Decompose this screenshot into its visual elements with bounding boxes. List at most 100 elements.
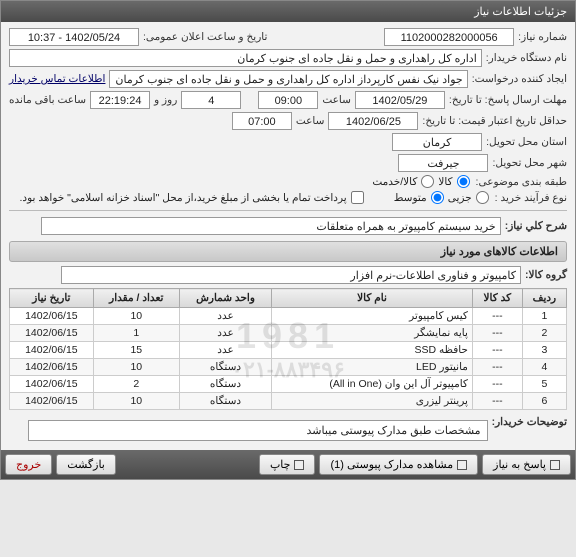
table-row[interactable]: 2---پایه نمایشگرعدد11402/06/15 xyxy=(10,325,567,342)
table-cell-code: --- xyxy=(472,308,522,325)
subject-cat-group: کالا کالا/خدمت xyxy=(372,175,471,188)
table-cell-date: 1402/06/15 xyxy=(10,325,94,342)
table-cell-code: --- xyxy=(472,376,522,393)
reply-button[interactable]: پاسخ به نیاز xyxy=(482,454,571,475)
province-field: کرمان xyxy=(392,133,482,151)
purchase-mid-radio[interactable] xyxy=(431,191,444,204)
table-cell-row: 5 xyxy=(522,376,566,393)
buyer-notes-field: مشخصات طبق مدارک پیوستی میباشد xyxy=(28,420,488,441)
buyer-notes-label: توضيحات خریدار: xyxy=(492,416,567,428)
city-field: جیرفت xyxy=(398,154,488,172)
purchase-type-group: جزیی متوسط xyxy=(394,191,491,204)
table-row[interactable]: 1---کیس کامپیوترعدد101402/06/15 xyxy=(10,308,567,325)
table-row[interactable]: 5---کامپیوتر آل این وان (All in One)دستگ… xyxy=(10,376,567,393)
window-titlebar: جزئیات اطلاعات نیاز xyxy=(1,1,575,22)
table-cell-row: 1 xyxy=(522,308,566,325)
table-cell-date: 1402/06/15 xyxy=(10,359,94,376)
attachments-button-label: مشاهده مدارک پیوستی (1) xyxy=(330,458,453,471)
items-table: ردیف کد کالا نام کالا واحد شمارش تعداد /… xyxy=(9,288,567,410)
table-cell-name: مانیتور LED xyxy=(272,359,473,376)
subject-goods-radio[interactable] xyxy=(457,175,470,188)
payment-note-group: پرداخت تمام یا بخشی از مبلغ خرید،از محل … xyxy=(20,191,366,204)
th-name: نام کالا xyxy=(272,289,473,308)
item-group-label: گروه کالا: xyxy=(525,269,567,281)
time-left-label: ساعت باقی مانده xyxy=(9,94,86,106)
need-details-window: جزئیات اطلاعات نیاز شماره نیاز: 11020002… xyxy=(0,0,576,480)
footer-toolbar: پاسخ به نیاز مشاهده مدارک پیوستی (1) چاپ… xyxy=(1,450,575,479)
table-cell-date: 1402/06/15 xyxy=(10,342,94,359)
table-cell-code: --- xyxy=(472,393,522,410)
print-button[interactable]: چاپ xyxy=(259,454,316,475)
buyer-org-field: اداره کل راهداری و حمل و نقل جاده ای جنو… xyxy=(9,49,482,67)
print-icon xyxy=(294,460,304,470)
items-section-header: اطلاعات کالاهای مورد نیاز xyxy=(9,241,567,262)
table-cell-qty: 10 xyxy=(93,308,179,325)
table-cell-row: 6 xyxy=(522,393,566,410)
pub-datetime-field: 1402/05/24 - 10:37 xyxy=(9,28,139,46)
deadline-label: مهلت ارسال پاسخ: تا تاریخ: xyxy=(449,94,567,106)
contact-info-link[interactable]: اطلاعات تماس خریدار xyxy=(9,73,105,85)
purchase-low-label: جزیی xyxy=(448,192,472,204)
attachments-button[interactable]: مشاهده مدارک پیوستی (1) xyxy=(319,454,478,475)
table-cell-code: --- xyxy=(472,325,522,342)
purchase-mid-label: متوسط xyxy=(394,192,427,204)
table-row[interactable]: 4---مانیتور LEDدستگاه101402/06/15 xyxy=(10,359,567,376)
window-title: جزئیات اطلاعات نیاز xyxy=(474,6,567,18)
table-cell-date: 1402/06/15 xyxy=(10,376,94,393)
table-cell-name: پرینتر لیزری xyxy=(272,393,473,410)
attachment-icon xyxy=(457,460,467,470)
table-cell-code: --- xyxy=(472,359,522,376)
exit-button-label: خروج xyxy=(16,458,41,471)
remain-days-field: 4 xyxy=(181,91,241,109)
item-group-field: کامپیوتر و فناوری اطلاعات-نرم افزار xyxy=(61,266,521,284)
day-and-label: روز و xyxy=(154,94,177,106)
need-no-label: شماره نیاز: xyxy=(518,31,567,43)
table-cell-unit: دستگاه xyxy=(179,359,271,376)
need-desc-field: خرید سیستم کامپیوتر به همراه متعلقات xyxy=(41,217,501,235)
payment-note-checkbox[interactable] xyxy=(351,191,364,204)
validity-time-label: ساعت xyxy=(296,115,325,127)
exit-button[interactable]: خروج xyxy=(5,454,52,475)
buyer-org-label: نام دستگاه خریدار: xyxy=(486,52,567,64)
table-cell-row: 3 xyxy=(522,342,566,359)
pub-datetime-label: تاریخ و ساعت اعلان عمومی: xyxy=(143,31,267,43)
table-cell-code: --- xyxy=(472,342,522,359)
table-cell-unit: دستگاه xyxy=(179,393,271,410)
table-cell-unit: عدد xyxy=(179,325,271,342)
back-button[interactable]: بازگشت xyxy=(56,454,116,475)
th-code: کد کالا xyxy=(472,289,522,308)
subject-service-radio[interactable] xyxy=(421,175,434,188)
table-row[interactable]: 3---حافظه SSDعدد151402/06/15 xyxy=(10,342,567,359)
city-label: شهر محل تحویل: xyxy=(492,157,567,169)
reply-icon xyxy=(550,460,560,470)
validity-date-field: 1402/06/25 xyxy=(328,112,418,130)
table-cell-qty: 1 xyxy=(93,325,179,342)
table-cell-unit: عدد xyxy=(179,342,271,359)
need-desc-label: شرح کلي نياز: xyxy=(505,220,567,232)
table-cell-name: کیس کامپیوتر xyxy=(272,308,473,325)
purchase-low-radio[interactable] xyxy=(476,191,489,204)
table-row[interactable]: 6---پرینتر لیزریدستگاه101402/06/15 xyxy=(10,393,567,410)
table-cell-qty: 15 xyxy=(93,342,179,359)
creator-label: ایجاد کننده درخواست: xyxy=(472,73,567,85)
purchase-type-label: نوع فرآیند خرید : xyxy=(495,192,567,204)
table-cell-unit: عدد xyxy=(179,308,271,325)
back-button-label: بازگشت xyxy=(67,458,105,471)
table-cell-name: حافظه SSD xyxy=(272,342,473,359)
creator-field: جواد نیک نفس کارپرداز اداره کل راهداری و… xyxy=(109,70,467,88)
table-cell-date: 1402/06/15 xyxy=(10,308,94,325)
table-cell-row: 4 xyxy=(522,359,566,376)
deadline-time-field: 09:00 xyxy=(258,91,318,109)
subject-service-label: کالا/خدمت xyxy=(372,176,417,188)
table-cell-unit: دستگاه xyxy=(179,376,271,393)
table-cell-qty: 10 xyxy=(93,393,179,410)
validity-time-field: 07:00 xyxy=(232,112,292,130)
table-cell-qty: 2 xyxy=(93,376,179,393)
validity-label: حداقل تاریخ اعتبار قیمت: تا تاریخ: xyxy=(422,115,567,127)
print-button-label: چاپ xyxy=(270,458,291,471)
form-area: شماره نیاز: 1102000282000056 تاریخ و ساع… xyxy=(1,22,575,450)
table-cell-date: 1402/06/15 xyxy=(10,393,94,410)
th-unit: واحد شمارش xyxy=(179,289,271,308)
th-qty: تعداد / مقدار xyxy=(93,289,179,308)
subject-cat-label: طبقه بندی موضوعی: xyxy=(476,176,567,188)
